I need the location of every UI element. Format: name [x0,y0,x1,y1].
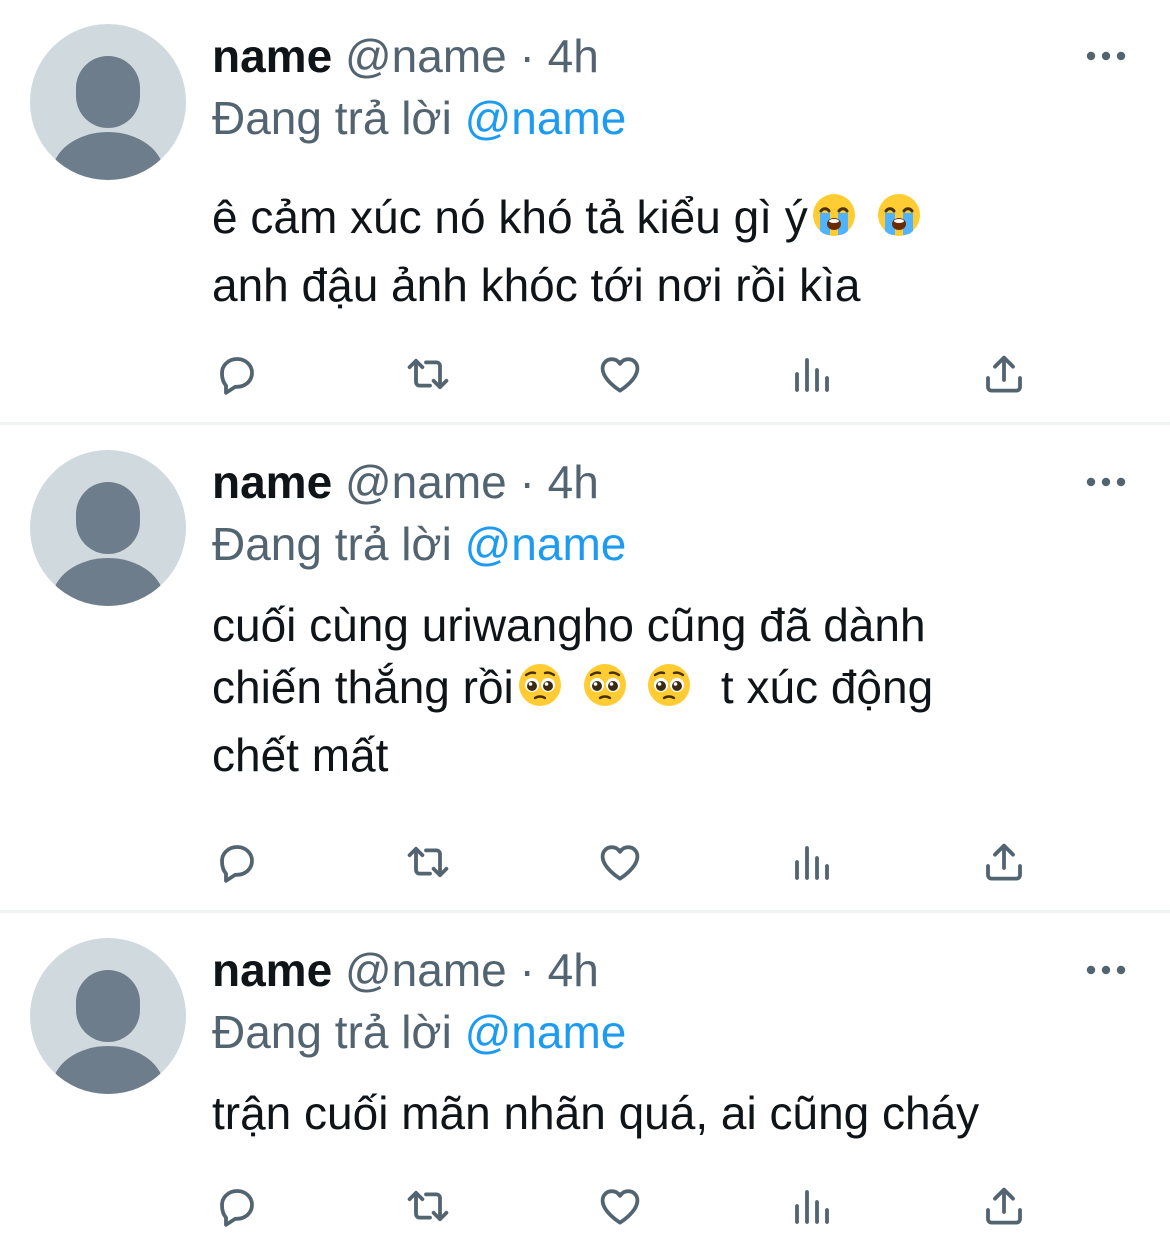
reply-icon[interactable] [212,838,260,886]
more-dots-icon[interactable] [1086,475,1126,489]
tweet-divider [0,910,1170,913]
reply-mention-link[interactable]: @name [465,518,627,570]
text-segment: chiến thắng rồi [212,661,514,713]
share-icon[interactable] [980,350,1028,398]
analytics-icon[interactable] [788,838,836,886]
heart-icon[interactable] [596,838,644,886]
user-handle[interactable]: @name [345,944,507,996]
reply-icon[interactable] [212,1182,260,1230]
tweet-header: name @name · 4h [212,454,599,510]
timestamp[interactable]: 4h [548,456,599,508]
text-segment: cuối cùng uriwangho cũng đã dành [212,599,926,651]
reply-mention-link[interactable]: @name [465,92,627,144]
avatar[interactable] [30,24,186,180]
text-segment: ê cảm xúc nó khó tả kiểu gì ý [212,191,808,243]
tweet-text-line: ê cảm xúc nó khó tả kiểu gì ý [212,186,1152,254]
retweet-icon[interactable] [404,1182,452,1230]
reply-prefix: Đang trả lời [212,92,465,144]
reply-icon[interactable] [212,350,260,398]
tweet-text-line: chết mất [212,724,1152,786]
separator: · [506,456,548,508]
display-name[interactable]: name [212,30,332,82]
retweet-icon[interactable] [404,838,452,886]
user-handle[interactable]: @name [345,30,507,82]
tweet-actions [212,350,1062,400]
default-avatar-icon [52,970,164,1094]
pleading-face-emoji [516,661,564,724]
tweet-divider [0,422,1170,425]
reply-prefix: Đang trả lời [212,1006,465,1058]
tweet-actions [212,838,1062,888]
tweet-text: trận cuối mãn nhãn quá, ai cũng cháy [212,1082,1152,1144]
tweet-header: name @name · 4h [212,28,599,84]
display-name[interactable]: name [212,944,332,996]
avatar[interactable] [30,450,186,606]
text-segment: t xúc động [708,661,934,713]
loudly-crying-face-emoji [875,191,923,254]
heart-icon[interactable] [596,350,644,398]
tweet-text-line: cuối cùng uriwangho cũng đã dành [212,594,1152,656]
tweet-text: ê cảm xúc nó khó tả kiểu gì ý anh đậu ản… [212,186,1152,316]
more-dots-icon[interactable] [1086,963,1126,977]
text-segment: anh đậu ảnh khóc tới nơi rồi kìa [212,259,861,311]
timestamp[interactable]: 4h [548,30,599,82]
default-avatar-icon [52,482,164,606]
tweet-text-line: trận cuối mãn nhãn quá, ai cũng cháy [212,1082,1152,1144]
user-handle[interactable]: @name [345,456,507,508]
share-icon[interactable] [980,838,1028,886]
display-name[interactable]: name [212,456,332,508]
retweet-icon[interactable] [404,350,452,398]
reply-context: Đang trả lời @name [212,90,626,146]
reply-context: Đang trả lời @name [212,516,626,572]
default-avatar-icon [52,56,164,180]
reply-prefix: Đang trả lời [212,518,465,570]
pleading-face-emoji [581,661,629,724]
tweet-header: name @name · 4h [212,942,599,998]
reply-context: Đang trả lời @name [212,1004,626,1060]
timestamp[interactable]: 4h [548,944,599,996]
analytics-icon[interactable] [788,350,836,398]
tweet-text-line: chiến thắng rồi t xúc động [212,656,1152,724]
reply-mention-link[interactable]: @name [465,1006,627,1058]
pleading-face-emoji [645,661,693,724]
separator: · [506,944,548,996]
more-dots-icon[interactable] [1086,49,1126,63]
heart-icon[interactable] [596,1182,644,1230]
text-segment: chết mất [212,729,389,781]
separator: · [506,30,548,82]
avatar[interactable] [30,938,186,1094]
loudly-crying-face-emoji [810,191,858,254]
tweet-actions [212,1182,1062,1232]
share-icon[interactable] [980,1182,1028,1230]
analytics-icon[interactable] [788,1182,836,1230]
tweet-text-line: anh đậu ảnh khóc tới nơi rồi kìa [212,254,1152,316]
text-segment: trận cuối mãn nhãn quá, ai cũng cháy [212,1087,980,1139]
tweet-text: cuối cùng uriwangho cũng đã dành chiến th… [212,594,1152,786]
